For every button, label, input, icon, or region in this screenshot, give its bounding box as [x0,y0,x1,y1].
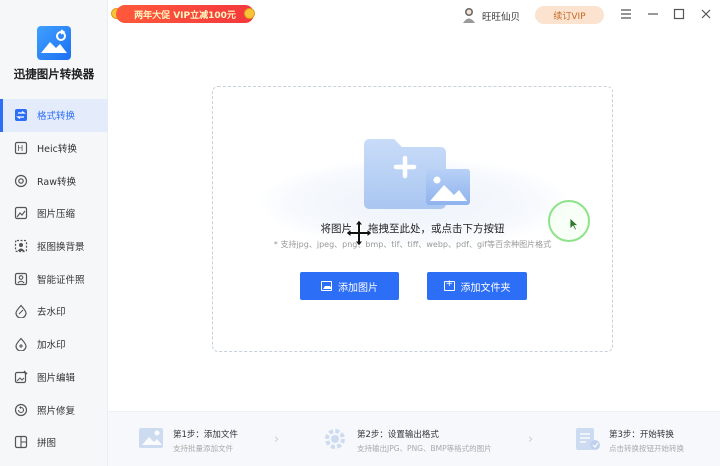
app-name: 迅捷图片转换器 [13,67,95,81]
close-icon[interactable] [699,7,713,21]
add-folder-icon [443,279,455,291]
sidebar-item-remove-watermark[interactable]: 去水印 [0,295,108,328]
restore-photo-icon [14,403,28,417]
id-photo-icon [14,272,28,286]
sidebar-item-label: 照片修复 [37,405,76,417]
chevron-right-icon: › [528,432,534,447]
sidebar-item-heic[interactable]: H Heic转换 [0,132,108,165]
collage-icon [14,435,28,449]
sidebar-item-label: 智能证件照 [37,274,85,286]
move-cursor-icon [345,219,373,247]
sidebar-item-format-convert[interactable]: 格式转换 [0,99,108,132]
heic-icon: H [14,141,28,155]
folder-image-icon [364,139,470,209]
chevron-right-icon: › [274,432,280,447]
minimize-icon[interactable] [646,7,660,21]
sidebar-item-label: 加水印 [37,340,66,352]
step-desc: 点击转换按钮开始转换 [609,444,684,453]
sidebar: 迅捷图片转换器 格式转换 H Heic转换 Raw转换 图片压缩 抠图换背景 智… [0,0,108,466]
settings-step-icon [325,429,345,449]
sidebar-item-label: 图片编辑 [37,372,76,384]
avatar[interactable] [462,7,476,23]
add-image-button[interactable]: 添加图片 [300,272,399,300]
steps-bar: 第1步：添加文件 支持批量添加文件 › 第2步：设置输出格式 支持输出JPG、P… [108,411,720,466]
step-title: 第1步：添加文件 [173,430,238,440]
username[interactable]: 旺旺仙贝 [482,9,520,23]
svg-text:H: H [17,144,23,153]
edit-image-icon [14,370,28,384]
sidebar-item-label: Raw转换 [37,176,76,188]
promo-banner[interactable]: 两年大促 VIP立减100元 [116,5,254,23]
renew-vip-button[interactable]: 续订VIP [535,6,604,24]
sidebar-item-label: 拼图 [37,438,57,450]
sidebar-item-compress[interactable]: 图片压缩 [0,197,108,230]
image-icon [321,281,332,291]
remove-watermark-icon [14,304,28,319]
convert-step-icon [576,428,600,450]
add-watermark-icon [14,337,28,352]
step-desc: 支持输出JPG、PNG、BMP等格式的图片 [357,444,492,453]
sidebar-item-collage[interactable]: 拼图 [0,426,108,459]
sidebar-nav: 格式转换 H Heic转换 Raw转换 图片压缩 抠图换背景 智能证件照 去水印… [0,99,108,459]
app-logo-icon [37,26,71,60]
step-title: 第2步：设置输出格式 [357,430,439,440]
sidebar-item-id-photo[interactable]: 智能证件照 [0,262,108,295]
supported-formats: * 支持jpg、jpeg、png、bmp、tif、tiff、webp、pdf、g… [273,240,552,249]
add-folder-button[interactable]: 添加文件夹 [427,272,527,300]
sidebar-item-label: 格式转换 [37,111,76,123]
coin-icon [244,8,255,19]
sidebar-item-edit-image[interactable]: 图片编辑 [0,361,108,394]
add-file-step-icon [139,428,163,448]
step-desc: 支持批量添加文件 [173,444,233,453]
sidebar-item-label: 图片压缩 [37,209,76,221]
camera-raw-icon [14,174,28,188]
sidebar-item-raw[interactable]: Raw转换 [0,164,108,197]
sidebar-item-add-watermark[interactable]: 加水印 [0,328,108,361]
compress-icon [14,206,28,220]
sidebar-item-cutout[interactable]: 抠图换背景 [0,230,108,263]
add-folder-label: 添加文件夹 [460,282,511,294]
sidebar-item-label: Heic转换 [37,144,77,156]
step-title: 第3步：开始转换 [609,430,674,440]
cutout-icon [14,239,28,253]
menu-icon[interactable] [619,7,633,21]
add-image-label: 添加图片 [338,282,378,294]
sidebar-item-restore-photo[interactable]: 照片修复 [0,393,108,426]
sidebar-item-label: 抠图换背景 [37,242,85,254]
sidebar-item-label: 去水印 [37,307,66,319]
arrow-cursor-icon [569,217,579,231]
maximize-icon[interactable] [672,7,686,21]
format-convert-icon [14,108,28,122]
